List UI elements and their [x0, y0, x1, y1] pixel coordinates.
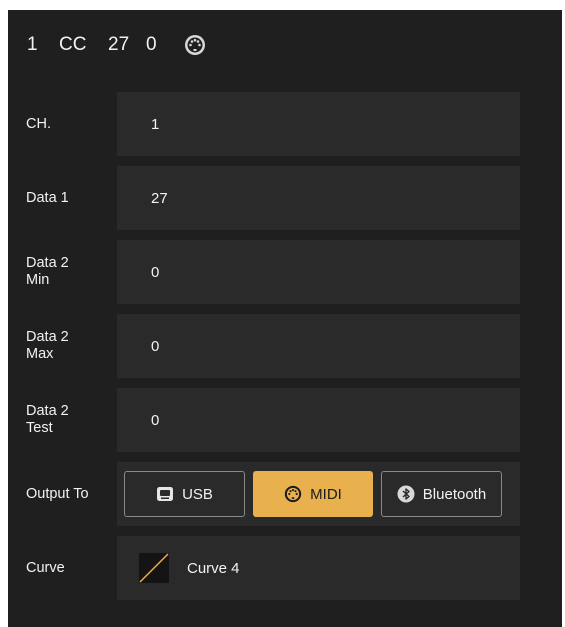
row-data1: Data 1 27 [8, 166, 562, 230]
data2-max-value: 0 [151, 337, 160, 355]
curve-value: Curve 4 [187, 559, 240, 577]
channel-label: CH. [26, 115, 51, 132]
row-curve: Curve Curve 4 [8, 536, 562, 600]
usb-output-button[interactable]: USB [124, 471, 245, 517]
data2-max-field[interactable]: 0 [117, 314, 520, 378]
midi-din-icon [284, 485, 302, 503]
midi-din-icon [184, 34, 206, 56]
header-message-type: CC [59, 34, 87, 55]
curve-label: Curve [26, 559, 65, 576]
row-data2-max: Data 2 Max 0 [8, 314, 562, 378]
channel-field[interactable]: 1 [117, 92, 520, 156]
usb-output-label: USB [182, 485, 213, 503]
header-data1: 27 [108, 34, 130, 55]
data2-min-value: 0 [151, 263, 160, 281]
data1-value: 27 [151, 189, 168, 207]
data2-test-field[interactable]: 0 [117, 388, 520, 452]
bluetooth-output-button[interactable]: Bluetooth [381, 471, 502, 517]
mapping-panel: 1 CC 27 0 CH. 1 Data 1 27 Data 2 Min 0 D… [8, 10, 562, 627]
output-selector: USB MIDI Bluetooth [117, 462, 520, 526]
row-channel: CH. 1 [8, 92, 562, 156]
header-channel: 1 [27, 34, 38, 55]
curve-icon [139, 553, 169, 583]
data1-field[interactable]: 27 [117, 166, 520, 230]
data2-max-label: Data 2 Max [26, 329, 69, 362]
mapping-summary-header: 1 CC 27 0 [8, 10, 562, 80]
header-data2: 0 [146, 34, 157, 55]
midi-output-button[interactable]: MIDI [253, 471, 373, 517]
bluetooth-icon [397, 485, 415, 503]
data2-min-field[interactable]: 0 [117, 240, 520, 304]
channel-value: 1 [151, 115, 160, 133]
midi-output-label: MIDI [310, 485, 342, 503]
row-output-to: Output To USB MIDI Bluetooth [8, 462, 562, 526]
data2-test-label: Data 2 Test [26, 403, 69, 436]
row-data2-test: Data 2 Test 0 [8, 388, 562, 452]
output-to-label: Output To [26, 485, 89, 502]
usb-icon [156, 485, 174, 503]
row-data2-min: Data 2 Min 0 [8, 240, 562, 304]
curve-field[interactable]: Curve 4 [117, 536, 520, 600]
data2-min-label: Data 2 Min [26, 255, 69, 288]
data1-label: Data 1 [26, 189, 69, 206]
bluetooth-output-label: Bluetooth [422, 485, 487, 503]
data2-test-value: 0 [151, 411, 160, 429]
